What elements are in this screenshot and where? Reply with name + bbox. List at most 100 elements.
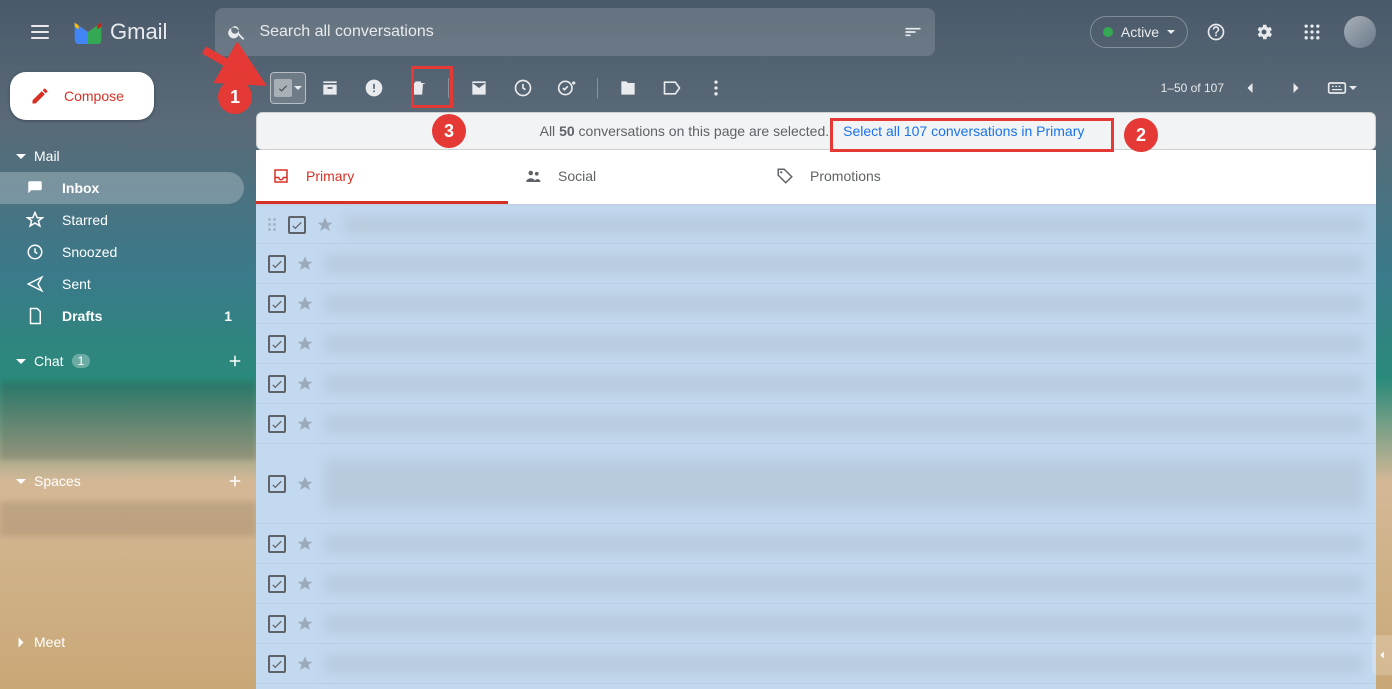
mail-row[interactable] [256, 244, 1376, 284]
section-spaces[interactable]: Spaces [0, 464, 256, 498]
chat-preview[interactable] [0, 382, 256, 460]
mail-row[interactable] [256, 324, 1376, 364]
mail-row[interactable] [256, 644, 1376, 684]
search-options-icon[interactable] [903, 22, 923, 42]
row-checkbox[interactable] [268, 535, 286, 553]
envelope-icon [469, 78, 489, 98]
mail-row[interactable] [256, 604, 1376, 644]
row-checkbox[interactable] [268, 335, 286, 353]
mark-unread-button[interactable] [459, 68, 499, 108]
section-mail[interactable]: Mail [0, 140, 256, 172]
mail-content-redacted [324, 255, 1364, 273]
page-prev-button[interactable] [1230, 68, 1270, 108]
inbox-tab-icon [272, 167, 290, 185]
labels-button[interactable] [652, 68, 692, 108]
row-star[interactable] [316, 216, 334, 234]
mail-content-redacted [324, 295, 1364, 313]
gmail-logo[interactable]: Gmail [72, 19, 167, 45]
chevron-down-icon [1349, 86, 1357, 90]
mail-content-redacted [324, 655, 1364, 673]
input-tools-button[interactable] [1322, 68, 1362, 108]
settings-button[interactable] [1244, 12, 1284, 52]
row-checkbox[interactable] [268, 655, 286, 673]
apps-button[interactable] [1292, 12, 1332, 52]
row-checkbox[interactable] [268, 615, 286, 633]
gmail-logo-text: Gmail [110, 19, 167, 45]
select-all-link[interactable]: Select all 107 conversations in Primary [835, 119, 1092, 143]
row-checkbox[interactable] [268, 575, 286, 593]
tab-promotions[interactable]: Promotions [760, 150, 1012, 204]
search-input[interactable] [259, 23, 891, 41]
row-star[interactable] [296, 655, 314, 673]
row-checkbox[interactable] [268, 415, 286, 433]
add-chat-button[interactable] [226, 352, 244, 370]
row-star[interactable] [296, 535, 314, 553]
mail-row[interactable] [256, 524, 1376, 564]
mail-content-redacted [324, 575, 1364, 593]
banner-text: All 50 conversations on this page are se… [540, 123, 830, 139]
file-icon [26, 307, 44, 325]
row-checkbox[interactable] [288, 216, 306, 234]
main-menu-button[interactable] [16, 8, 64, 56]
spaces-preview[interactable] [0, 502, 256, 536]
row-checkbox[interactable] [268, 375, 286, 393]
search-bar[interactable] [215, 8, 935, 56]
select-all-checkbox[interactable] [270, 72, 306, 104]
page-next-button[interactable] [1276, 68, 1316, 108]
nav-inbox[interactable]: Inbox [0, 172, 244, 204]
account-avatar[interactable] [1344, 16, 1376, 48]
mail-row[interactable] [256, 564, 1376, 604]
people-icon [524, 167, 542, 185]
clock-icon [26, 243, 44, 261]
row-star[interactable] [296, 295, 314, 313]
mail-row[interactable] [256, 444, 1376, 524]
pager: 1–50 of 107 [1161, 68, 1362, 108]
mail-row[interactable] [256, 364, 1376, 404]
caret-down-icon [16, 154, 26, 159]
row-star[interactable] [296, 255, 314, 273]
snooze-button[interactable] [503, 68, 543, 108]
support-button[interactable] [1196, 12, 1236, 52]
report-spam-button[interactable] [354, 68, 394, 108]
hamburger-icon [31, 25, 49, 39]
nav-snoozed[interactable]: Snoozed [0, 236, 244, 268]
side-panel-toggle[interactable] [1372, 635, 1392, 675]
row-checkbox[interactable] [268, 475, 286, 493]
section-meet[interactable]: Meet [0, 626, 256, 658]
mail-content-redacted [344, 216, 1364, 234]
row-checkbox[interactable] [268, 295, 286, 313]
delete-button[interactable] [398, 68, 438, 108]
drag-handle-icon[interactable] [268, 218, 278, 231]
chevron-left-icon [1375, 648, 1389, 662]
row-star[interactable] [296, 575, 314, 593]
row-star[interactable] [296, 375, 314, 393]
add-to-tasks-button[interactable] [547, 68, 587, 108]
row-star[interactable] [296, 615, 314, 633]
star-icon [26, 211, 44, 229]
mail-row[interactable] [256, 284, 1376, 324]
tag-icon [776, 167, 794, 185]
row-star[interactable] [296, 335, 314, 353]
nav-sent[interactable]: Sent [0, 268, 244, 300]
category-tabs: Primary Social Promotions [256, 150, 1376, 204]
mail-row[interactable] [256, 404, 1376, 444]
nav-drafts[interactable]: Drafts 1 [0, 300, 244, 332]
mail-row[interactable] [256, 204, 1376, 244]
checkbox-checked-icon [274, 79, 292, 97]
active-dot-icon [1103, 27, 1113, 37]
section-chat[interactable]: Chat1 [0, 344, 256, 378]
tab-social[interactable]: Social [508, 150, 760, 204]
move-to-button[interactable] [608, 68, 648, 108]
nav-starred[interactable]: Starred [0, 204, 244, 236]
more-button[interactable] [696, 68, 736, 108]
task-add-icon [557, 78, 577, 98]
row-checkbox[interactable] [268, 255, 286, 273]
row-star[interactable] [296, 415, 314, 433]
add-space-button[interactable] [226, 472, 244, 490]
status-chip[interactable]: Active [1090, 16, 1188, 48]
row-star[interactable] [296, 475, 314, 493]
tab-primary[interactable]: Primary [256, 150, 508, 204]
toolbar: 1–50 of 107 [256, 64, 1376, 112]
compose-button[interactable]: Compose [10, 72, 154, 120]
archive-button[interactable] [310, 68, 350, 108]
